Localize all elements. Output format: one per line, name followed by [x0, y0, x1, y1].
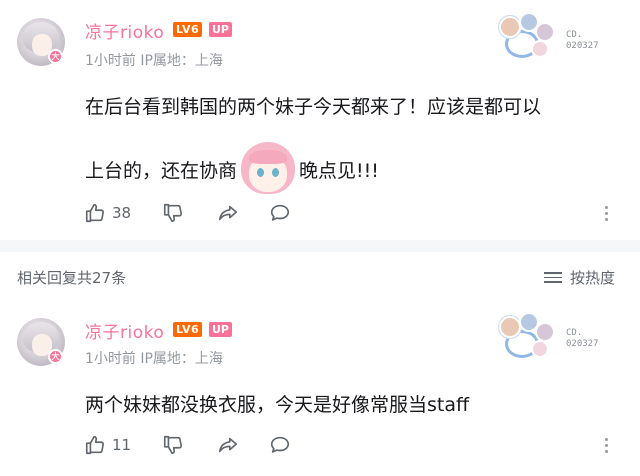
comment-text-line2: 上台的，还在协商 晚点见!!! — [85, 140, 379, 198]
like-count: 38 — [112, 204, 132, 222]
reply-comment: 大 凉子rioko LV6 UP 1小时前 IP属地：上海 CD. 020327… — [0, 300, 640, 476]
thumbs-down-icon — [163, 203, 183, 223]
reply-button[interactable] — [268, 202, 292, 224]
thumbs-up-icon — [85, 203, 105, 223]
avatar-badge: 大 — [48, 349, 63, 364]
username[interactable]: 凉子rioko — [85, 318, 164, 343]
more-icon[interactable] — [604, 438, 610, 456]
share-button[interactable] — [216, 202, 240, 224]
replies-count-title: 相关回复共27条 — [17, 269, 127, 287]
comment-meta: 1小时前 IP属地：上海 — [85, 53, 223, 69]
up-badge: UP — [209, 22, 232, 37]
level-badge: LV6 — [173, 22, 203, 37]
comment-icon — [270, 436, 290, 453]
decoration-icon — [495, 312, 557, 362]
dislike-button[interactable] — [162, 434, 184, 456]
comment-icon — [270, 204, 290, 221]
sort-label: 按热度 — [570, 269, 616, 287]
main-comment: 大 凉子rioko LV6 UP 1小时前 IP属地：上海 CD. 020327… — [0, 0, 640, 240]
decoration-code: CD. 020327 — [566, 30, 599, 51]
comment-text: 在后台看到韩国的两个妹子今天都来了！应该是都可以 — [85, 92, 541, 119]
up-badge: UP — [209, 322, 232, 337]
divider — [0, 240, 640, 252]
share-icon — [218, 205, 238, 221]
username[interactable]: 凉子rioko — [85, 18, 164, 43]
sticker-emoji-icon — [239, 140, 297, 198]
sort-button[interactable]: 按热度 — [544, 267, 615, 288]
comment-text-line1: 在后台看到韩国的两个妹子今天都来了！应该是都可以 — [85, 96, 542, 118]
thumbs-up-icon — [85, 435, 105, 455]
like-button[interactable]: 11 — [84, 434, 131, 456]
dislike-button[interactable] — [162, 202, 184, 224]
sort-icon — [544, 269, 562, 286]
avatar-badge: 大 — [48, 49, 63, 64]
like-count: 11 — [112, 436, 132, 454]
reply-button[interactable] — [268, 434, 292, 456]
level-badge: LV6 — [173, 322, 203, 337]
share-icon — [218, 437, 238, 453]
comment-meta: 1小时前 IP属地：上海 — [85, 351, 223, 367]
share-button[interactable] — [216, 434, 240, 456]
decoration-icon — [495, 12, 557, 62]
like-button[interactable]: 38 — [84, 202, 131, 224]
comment-text: 两个妹妹都没换衣服，今天是好像常服当staff — [85, 394, 470, 416]
more-icon[interactable] — [604, 206, 610, 224]
decoration-code: CD. 020327 — [566, 328, 599, 349]
thumbs-down-icon — [163, 435, 183, 455]
